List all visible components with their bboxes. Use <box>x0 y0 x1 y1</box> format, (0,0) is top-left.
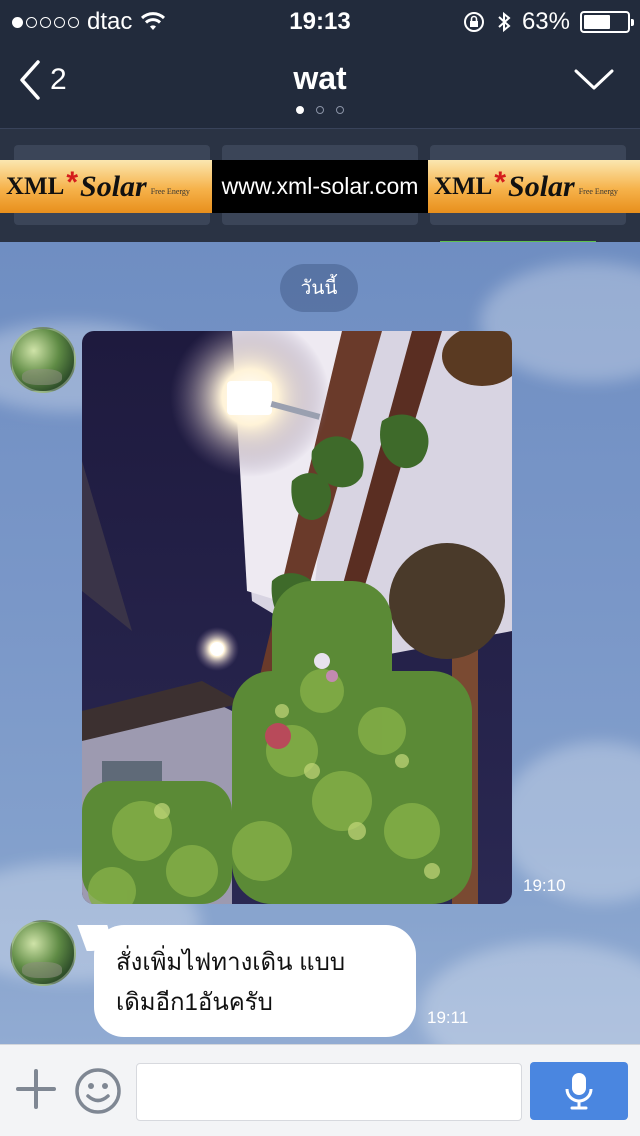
banner-url: www.xml-solar.com <box>212 160 428 213</box>
message-input[interactable] <box>136 1063 522 1121</box>
voice-message-button[interactable] <box>530 1062 628 1120</box>
smiley-icon <box>75 1068 121 1114</box>
page-indicator <box>0 106 640 114</box>
ad-banner[interactable]: XML * Solar Free Energy www.xml-solar.com X… <box>0 160 640 213</box>
chat-area[interactable]: วันนี้ 19:10 สั่งเพิ่มไฟทางเดิน แบบ เดิม… <box>0 242 640 1044</box>
plus-icon <box>16 1069 56 1109</box>
message-time: 19:11 <box>427 1008 469 1027</box>
status-bar: dtac 19:13 63% <box>0 0 640 40</box>
message-text-line: เดิมอีก1อันครับ <box>116 989 273 1016</box>
status-right: 63% <box>462 8 634 36</box>
page-dot <box>316 106 324 114</box>
message-input-bar <box>0 1044 640 1136</box>
chevron-down-icon <box>574 69 614 90</box>
chat-header: 2 wat <box>0 40 640 128</box>
avatar[interactable] <box>10 327 76 393</box>
microphone-icon <box>565 1073 593 1110</box>
page-dot <box>296 106 304 114</box>
image-message[interactable] <box>82 331 512 904</box>
garden-photo <box>82 331 512 904</box>
message-time: 19:10 <box>523 876 566 895</box>
emoji-button[interactable] <box>74 1067 122 1120</box>
bluetooth-icon <box>498 11 511 33</box>
date-separator: วันนี้ <box>280 264 358 312</box>
page-dot <box>336 106 344 114</box>
add-attachment-button[interactable] <box>16 1069 56 1114</box>
avatar[interactable] <box>10 920 76 986</box>
battery-icon <box>580 11 634 33</box>
chat-title: wat <box>293 60 347 96</box>
xml-solar-logo: XML * Solar Free Energy <box>0 160 212 213</box>
menu-toggle-button[interactable] <box>574 68 614 97</box>
battery-percent: 63% <box>521 8 570 35</box>
text-message-bubble[interactable]: สั่งเพิ่มไฟทางเดิน แบบ เดิมอีก1อันครับ <box>94 925 416 1037</box>
rotation-lock-icon <box>463 12 484 32</box>
message-text-line: สั่งเพิ่มไฟทางเดิน แบบ <box>116 949 346 976</box>
xml-solar-logo: XML * Solar Free Energy <box>428 160 640 213</box>
